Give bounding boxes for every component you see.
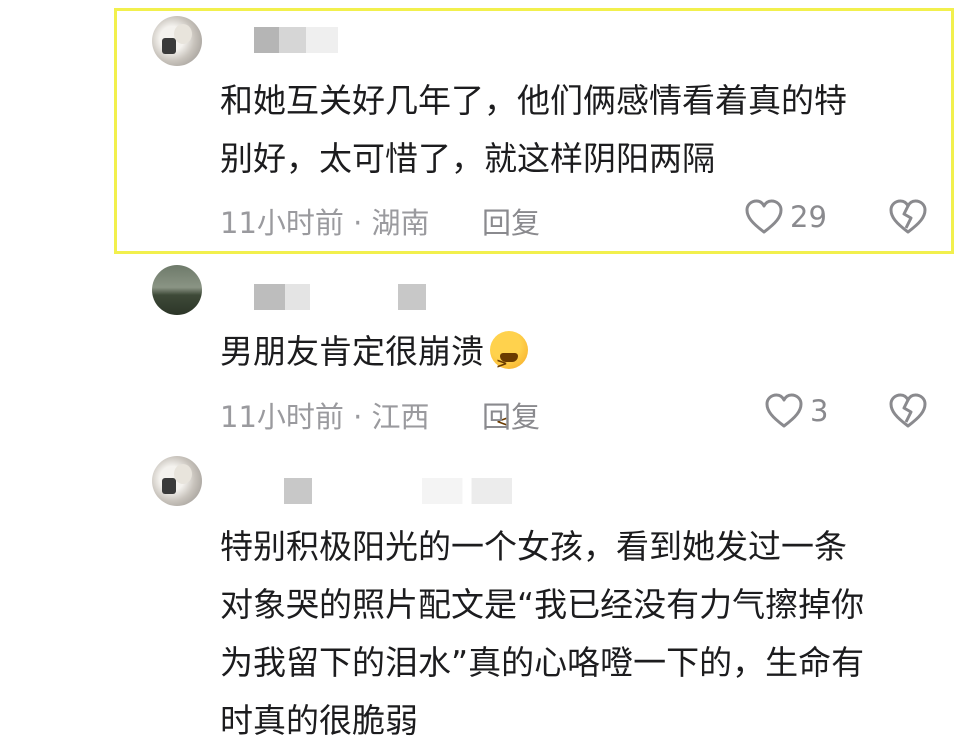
username-blurred[interactable] [284,478,312,504]
avatar[interactable] [152,265,202,315]
username-blurred[interactable] [254,284,310,310]
comment-meta: 11小时前 · 江西 [220,400,430,434]
comment-meta: 11小时前 · 湖南 [220,206,430,240]
comment-text: 特别积极阳光的一个女孩，看到她发过一条 对象哭的照片配文是“我已经没有力气擦掉你… [220,527,865,740]
username-blurred[interactable] [254,27,338,53]
reply-button[interactable]: 回复 [482,200,540,242]
comment-text: 男朋友肯定很崩溃 [220,323,940,451]
broken-heart-icon[interactable] [888,392,928,430]
reply-button[interactable]: 回复 [482,394,540,436]
heart-outline-icon [745,199,783,234]
avatar[interactable] [152,456,202,506]
like-count: 29 [790,200,827,234]
broken-heart-icon[interactable] [888,198,928,236]
tired-face-emoji [490,331,528,451]
avatar[interactable] [152,16,202,66]
like-button[interactable]: 3 [764,392,828,430]
like-count: 3 [810,394,829,428]
like-button[interactable]: 29 [744,198,827,236]
username-blurred-part [398,284,426,310]
username-blurred-part [422,478,512,504]
comment-text: 和她互关好几年了，他们俩感情看着真的特 别好，太可惜了，就这样阴阳两隔 [220,81,847,178]
heart-outline-icon [765,393,803,428]
